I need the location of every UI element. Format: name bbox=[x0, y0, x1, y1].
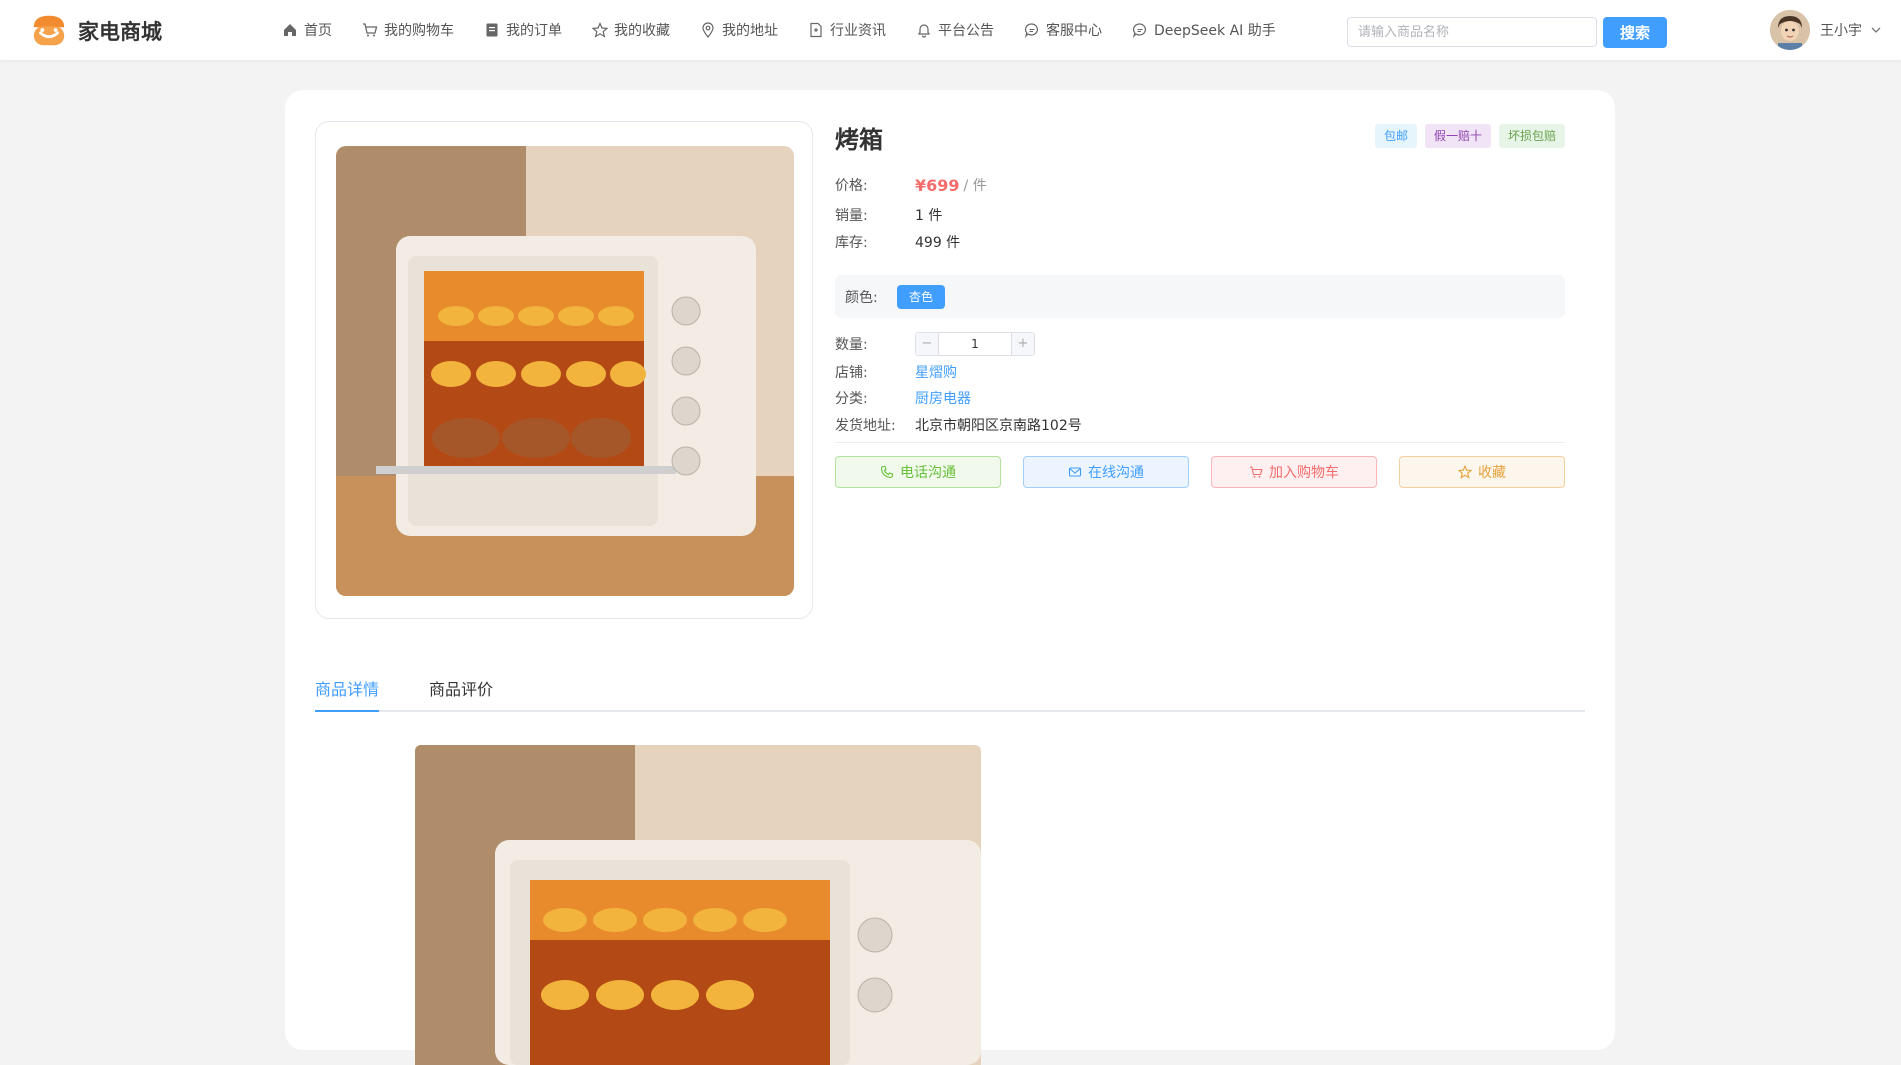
favorite-button[interactable]: 收藏 bbox=[1399, 456, 1565, 488]
nav-item-service[interactable]: 客服中心 bbox=[1024, 20, 1102, 40]
cart-icon bbox=[1250, 466, 1263, 478]
sales-label: 销量: bbox=[835, 208, 868, 224]
oven-detail-illustration bbox=[415, 745, 981, 1065]
star-icon bbox=[592, 22, 608, 38]
detail-tabs: 商品详情 商品评价 bbox=[315, 670, 1585, 712]
product-image[interactable] bbox=[336, 146, 794, 596]
product-image-frame bbox=[315, 121, 813, 619]
tag-fake-compensation: 假一赔十 bbox=[1424, 124, 1491, 148]
product-title: 烤箱 bbox=[835, 126, 883, 154]
quantity-row: 数量: − 1 + bbox=[835, 332, 1035, 356]
sales-row: 销量: 1 件 bbox=[835, 205, 942, 225]
nav-item-address[interactable]: 我的地址 bbox=[700, 20, 778, 40]
top-navbar: 家电商城 首页 我的购物车 我的订单 我的收藏 我的地址 行业资讯 平台公告 客… bbox=[0, 0, 1901, 60]
stock-row: 库存: 499 件 bbox=[835, 232, 960, 252]
color-row: 颜色: 杏色 bbox=[835, 275, 1565, 318]
nav-item-orders[interactable]: 我的订单 bbox=[484, 20, 562, 40]
search-button[interactable]: 搜索 bbox=[1603, 17, 1667, 48]
nav-label: 我的购物车 bbox=[384, 23, 454, 39]
cart-icon bbox=[363, 23, 378, 37]
price-unit: / 件 bbox=[963, 178, 987, 194]
home-icon bbox=[284, 24, 296, 36]
increase-button[interactable]: + bbox=[1012, 333, 1034, 355]
document-icon bbox=[810, 22, 822, 38]
address-value: 北京市朝阳区京南路102号 bbox=[915, 418, 1082, 434]
nav-label: 首页 bbox=[304, 23, 332, 39]
chat-icon bbox=[1024, 23, 1038, 38]
phone-contact-label: 电话沟通 bbox=[900, 465, 956, 481]
nav-label: 我的订单 bbox=[506, 23, 562, 39]
nav-item-ai-assistant[interactable]: DeepSeek AI 助手 bbox=[1132, 20, 1276, 40]
quantity-label: 数量: bbox=[835, 337, 868, 353]
category-row: 分类: 厨房电器 bbox=[835, 388, 971, 408]
nav-item-news[interactable]: 行业资讯 bbox=[808, 20, 886, 40]
nav-label: 平台公告 bbox=[938, 23, 994, 39]
tab-product-details[interactable]: 商品详情 bbox=[315, 670, 379, 710]
nav-item-home[interactable]: 首页 bbox=[282, 20, 332, 40]
mail-icon bbox=[1068, 467, 1082, 477]
price-label: 价格: bbox=[835, 178, 868, 194]
decrease-button[interactable]: − bbox=[916, 333, 938, 355]
phone-icon bbox=[880, 465, 894, 479]
price-row: 价格: ¥699 / 件 bbox=[835, 175, 987, 195]
order-icon bbox=[486, 23, 498, 37]
app-title: 家电商城 bbox=[78, 20, 162, 44]
action-buttons: 电话沟通 在线沟通 加入购物车 收藏 bbox=[835, 456, 1565, 488]
address-label: 发货地址: bbox=[835, 418, 896, 434]
shop-label: 店铺: bbox=[835, 365, 868, 381]
star-icon bbox=[1458, 465, 1472, 479]
chat-icon bbox=[1132, 23, 1146, 38]
quantity-stepper: − 1 + bbox=[915, 332, 1035, 356]
detail-image bbox=[415, 745, 981, 1065]
nav-label: 行业资讯 bbox=[830, 23, 886, 39]
quantity-input[interactable]: 1 bbox=[938, 333, 1012, 355]
add-to-cart-button[interactable]: 加入购物车 bbox=[1211, 456, 1377, 488]
tag-damage-compensation: 坏损包赔 bbox=[1498, 124, 1565, 148]
phone-contact-button[interactable]: 电话沟通 bbox=[835, 456, 1001, 488]
nav-item-announcements[interactable]: 平台公告 bbox=[916, 20, 994, 40]
color-option-apricot[interactable]: 杏色 bbox=[897, 285, 946, 309]
product-card: 烤箱 包邮 假一赔十 坏损包赔 价格: ¥699 / 件 销量: 1 件 库存:… bbox=[285, 90, 1615, 1065]
category-link[interactable]: 厨房电器 bbox=[915, 388, 971, 408]
tag-free-shipping: 包邮 bbox=[1374, 124, 1417, 148]
nav-label: 我的地址 bbox=[722, 23, 778, 39]
shop-link[interactable]: 星熠购 bbox=[915, 362, 957, 382]
location-icon bbox=[702, 22, 714, 38]
nav-label: 客服中心 bbox=[1046, 23, 1102, 39]
stock-label: 库存: bbox=[835, 235, 868, 251]
chevron-down-icon bbox=[1871, 27, 1881, 33]
nav-item-favorites[interactable]: 我的收藏 bbox=[592, 20, 670, 40]
product-tags: 包邮 假一赔十 坏损包赔 bbox=[1374, 124, 1565, 148]
nav-label: 我的收藏 bbox=[614, 23, 670, 39]
active-tab-indicator bbox=[315, 710, 379, 712]
stock-value: 499 件 bbox=[915, 235, 961, 251]
shop-row: 店铺: 星熠购 bbox=[835, 362, 957, 382]
oven-illustration bbox=[336, 146, 794, 596]
price-value: ¥699 bbox=[915, 175, 960, 195]
divider bbox=[835, 442, 1565, 443]
tab-product-reviews[interactable]: 商品评价 bbox=[429, 670, 493, 710]
category-label: 分类: bbox=[835, 391, 868, 407]
nav-label: DeepSeek AI 助手 bbox=[1154, 23, 1276, 39]
logo-icon bbox=[33, 15, 65, 46]
avatar[interactable] bbox=[1770, 10, 1810, 50]
user-menu[interactable]: 王小宇 bbox=[1770, 10, 1882, 50]
favorite-label: 收藏 bbox=[1478, 465, 1506, 481]
logo[interactable]: 家电商城 bbox=[30, 12, 162, 50]
add-to-cart-label: 加入购物车 bbox=[1269, 465, 1339, 481]
main-nav: 首页 我的购物车 我的订单 我的收藏 我的地址 行业资讯 平台公告 客服中心 D… bbox=[282, 0, 1306, 60]
bell-icon bbox=[917, 24, 931, 38]
avatar-image bbox=[1770, 10, 1810, 50]
sales-value: 1 件 bbox=[915, 208, 943, 224]
online-contact-button[interactable]: 在线沟通 bbox=[1023, 456, 1189, 488]
address-row: 发货地址: 北京市朝阳区京南路102号 bbox=[835, 415, 1082, 435]
color-label: 颜色: bbox=[845, 290, 878, 306]
online-contact-label: 在线沟通 bbox=[1088, 465, 1144, 481]
search-input[interactable] bbox=[1347, 17, 1597, 47]
nav-item-cart[interactable]: 我的购物车 bbox=[362, 20, 454, 40]
username: 王小宇 bbox=[1820, 23, 1862, 39]
